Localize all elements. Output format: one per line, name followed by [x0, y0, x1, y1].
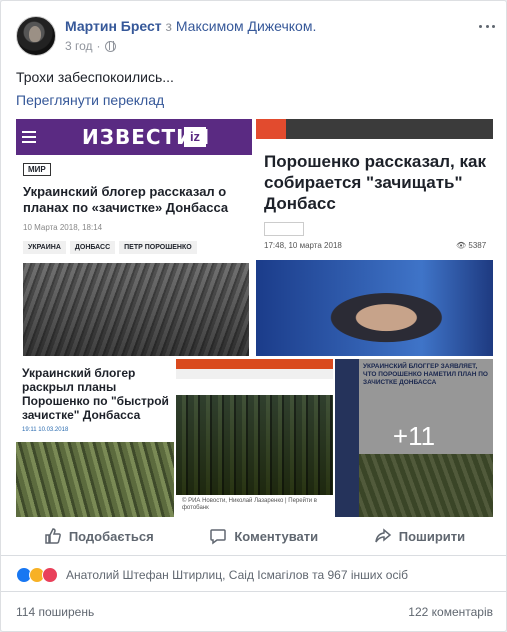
love-icon	[42, 567, 58, 583]
gallery-photo-1[interactable]: ИЗВЕСТИЯ iz МИР Украинский блогер расска…	[16, 119, 253, 356]
divider	[1, 555, 506, 556]
dot-icon	[479, 24, 482, 28]
author-avatar[interactable]	[16, 16, 56, 56]
gallery-photo-4[interactable]: © РИА Новости, Николай Лазаренко | Перей…	[176, 359, 333, 517]
thumbs-up-icon	[45, 528, 61, 544]
globe-icon[interactable]	[104, 40, 116, 52]
post-header: Мартин Брест з Максимом Дижечком.	[65, 18, 316, 34]
with-word: з	[165, 18, 172, 34]
feed-post: Мартин Брест з Максимом Дижечком. 3 год …	[0, 0, 507, 632]
see-translation-link[interactable]: Переглянути переклад	[16, 92, 164, 108]
divider	[1, 591, 506, 592]
like-button[interactable]: Подобається	[44, 527, 154, 545]
photo-gallery: ИЗВЕСТИЯ iz МИР Украинский блогер расска…	[16, 119, 493, 517]
reactions-text[interactable]: Анатолий Штефан Штирлиц, Саід Ісмагілов …	[66, 568, 408, 582]
meta-separator: ·	[96, 39, 101, 53]
article-title: Порошенко рассказал, как собирается "зач…	[264, 152, 486, 213]
tagged-person-link[interactable]: Максимом Дижечком.	[176, 18, 317, 34]
site-nav	[176, 369, 333, 379]
article-tag: УКРАИНА	[23, 241, 66, 254]
comment-icon	[210, 529, 227, 545]
like-label: Подобається	[68, 528, 154, 544]
more-photos-count: +11	[392, 421, 436, 451]
comment-button[interactable]: Коментувати	[209, 527, 318, 545]
post-actions: Подобається Коментувати Поширити	[16, 519, 493, 553]
post-time-link[interactable]: 3 год	[65, 39, 93, 53]
dot-icon	[485, 24, 489, 28]
share-label: Поширити	[398, 528, 466, 544]
gallery-photo-5[interactable]: УКРАИНСКИЙ БЛОГГЕР ЗАЯВЛЯЕТ, ЧТО ПОРОШЕН…	[335, 359, 493, 517]
article-title: Украинский блогер раскрыл планы Порошенк…	[22, 366, 169, 422]
article-tags: УКРАИНА ДОНБАСС ПЕТР ПОРОШЕНКО	[23, 241, 197, 254]
comments-count-link[interactable]: 122 коментарів	[408, 605, 493, 619]
izvestia-logo-mark: iz	[184, 127, 206, 147]
izvestia-header: ИЗВЕСТИЯ iz	[16, 119, 252, 155]
gallery-photo-2[interactable]: Порошенко рассказал, как собирается "зач…	[256, 119, 493, 356]
reaction-icons	[16, 567, 58, 583]
post-stats: 114 поширень 122 коментарів	[16, 605, 493, 619]
article-tag: ДОНБАСС	[69, 241, 116, 254]
ruins-photo	[23, 263, 249, 356]
reactions-summary[interactable]: Анатолий Штефан Штирлиц, Саід Ісмагілов …	[16, 567, 408, 583]
article-date: 19:11 10.03.2018	[22, 427, 68, 433]
site-header	[256, 119, 493, 139]
source-badge	[264, 222, 304, 236]
dot-icon	[492, 24, 495, 28]
menu-icon	[22, 131, 36, 143]
share-button[interactable]: Поширити	[374, 527, 465, 545]
author-name-link[interactable]: Мартин Брест	[65, 18, 162, 34]
views-count: 👁 5387	[456, 241, 487, 250]
site-logo	[256, 119, 286, 139]
views-value: 5387	[468, 241, 487, 250]
post-meta: 3 год ·	[65, 39, 116, 53]
shares-count-link[interactable]: 114 поширень	[16, 605, 94, 619]
more-options-button[interactable]	[479, 16, 495, 36]
site-header	[176, 359, 333, 369]
soldiers-photo	[16, 442, 174, 517]
article-date: 10 Марта 2018, 18:14	[23, 223, 103, 232]
article-tag: ПЕТР ПОРОШЕНКО	[119, 241, 197, 254]
article-title: Украинский блогер рассказал о планах по …	[23, 184, 229, 215]
section-tag: МИР	[23, 163, 51, 176]
photo-caption: © РИА Новости, Николай Лазаренко | Перей…	[182, 498, 317, 511]
portrait-photo	[256, 260, 493, 356]
article-time: 19:11	[22, 427, 37, 433]
share-icon	[375, 528, 391, 543]
comment-label: Коментувати	[234, 528, 319, 544]
soldiers-photo	[176, 395, 333, 495]
article-day: 10.03.2018	[38, 427, 69, 433]
article-date: 17:48, 10 марта 2018	[264, 241, 342, 250]
gallery-photo-3[interactable]: Украинский блогер раскрыл планы Порошенк…	[16, 359, 174, 517]
post-text: Трохи забеспокоились...	[16, 69, 174, 85]
